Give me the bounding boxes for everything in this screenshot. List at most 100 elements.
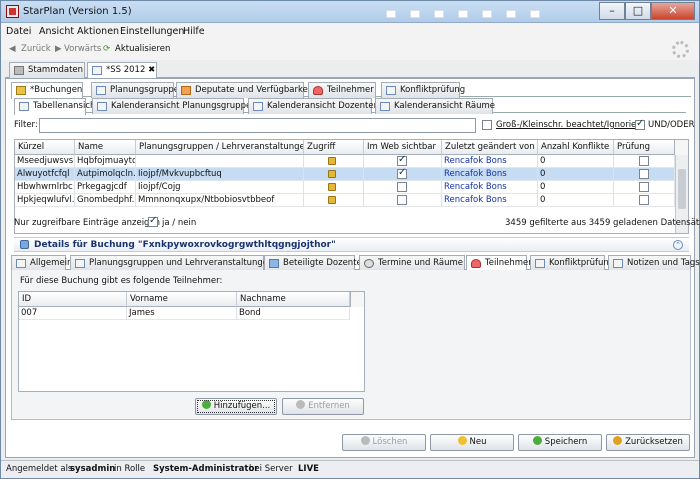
details-title: Details für Buchung "Fxnkpywoxrovkogrgwt… — [34, 240, 336, 250]
menu-aktionen[interactable]: Aktionen — [77, 26, 119, 37]
only-access-checkbox[interactable] — [148, 215, 158, 227]
menu-datei[interactable]: Datei — [6, 26, 31, 37]
minimize-button[interactable]: – — [599, 2, 625, 20]
status-prefix: Angemeldet als — [6, 464, 73, 474]
forward-icon: ▶ — [55, 44, 62, 54]
check-icon — [535, 259, 545, 268]
tab-label: Allgemein — [30, 258, 73, 268]
col-zugriff[interactable]: Zugriff — [304, 140, 364, 155]
tab-planungsgruppen[interactable]: Planungsgruppen — [91, 82, 184, 98]
participant-id: 007 — [19, 307, 127, 320]
cell-gruppen: Iiojpf/Mvkvupbcftuq — [136, 168, 304, 181]
pruefung-checkbox[interactable] — [639, 156, 649, 166]
tab-teilnehmer[interactable]: Teilnehmer — [308, 82, 376, 98]
tab-notizen[interactable]: Notizen und Tags — [608, 255, 700, 271]
participant-row[interactable]: 007 James Bond — [19, 307, 350, 320]
table-row[interactable]: Hbwhwrnlrbc Prkegagjcdf Iiojpf/Cojg Rencafo… — [15, 181, 675, 194]
col-kuerzel[interactable]: Kürzel — [15, 140, 75, 155]
remove-participant-button[interactable]: Entfernen — [282, 398, 364, 415]
add-participant-button[interactable]: Hinzufügen... — [195, 398, 277, 415]
cell-konflikte: 0 — [538, 194, 614, 207]
column-chooser-icon[interactable] — [350, 292, 364, 307]
close-window-button[interactable]: ✕ — [651, 2, 695, 20]
web-visible-cell — [364, 155, 442, 168]
menu-hilfe[interactable]: Hilfe — [183, 26, 205, 37]
new-button[interactable]: Neu — [430, 434, 514, 451]
nav-bar: ◀ Zurück ▶ Vorwärts ⟳ Aktualisieren — [1, 40, 699, 60]
forward-button[interactable]: Vorwärts — [64, 44, 101, 54]
main-window: StarPlan (Version 1.5) – □ ✕ Datei Ansic… — [0, 0, 700, 479]
col-web[interactable]: Im Web sichtbar — [364, 140, 442, 155]
filter-input[interactable] — [39, 118, 476, 133]
close-tab-icon[interactable]: ✖ — [148, 65, 155, 75]
tab-kalender-raeume[interactable]: Kalenderansicht Räume — [375, 98, 495, 114]
people-icon — [269, 259, 279, 268]
tab-label: Deputate und Verfügbarkeit — [195, 85, 314, 95]
filter-row: Filter: Groß-/Kleinschr. beachtet/Ignori… — [14, 117, 695, 135]
col-konflikte[interactable]: Anzahl Konflikte — [538, 140, 614, 155]
case-checkbox[interactable] — [482, 120, 492, 130]
menu-einstellungen[interactable]: Einstellungen — [120, 26, 184, 37]
table-row[interactable]: Alwuyotfcfql Autpimolqcln... Iiojpf/Mvkvup… — [15, 168, 675, 181]
calendar-icon — [92, 66, 102, 75]
participants-table: ID Vorname Nachname 007 James Bond — [18, 291, 365, 392]
col-nachname[interactable]: Nachname — [237, 292, 350, 307]
column-chooser-icon[interactable] — [674, 140, 688, 155]
tab-tabellenansicht[interactable]: Tabellenansicht — [14, 98, 99, 115]
tab-kalender-dozenten[interactable]: Kalenderansicht Dozenten — [248, 98, 379, 114]
lock-icon — [328, 157, 336, 165]
filter-label: Filter: — [14, 120, 38, 130]
table-row[interactable]: Hpkjeqwlufvl... Gnombedphf... Mmnnonqxupx/… — [15, 194, 675, 207]
collapse-icon[interactable]: ⌃ — [673, 240, 683, 250]
col-vorname[interactable]: Vorname — [127, 292, 237, 307]
cell-gruppen — [136, 155, 304, 168]
tab-detail-konflikt[interactable]: Konfliktprüfung — [530, 255, 614, 271]
back-icon: ◀ — [9, 44, 16, 54]
details-header[interactable]: Details für Buchung "Fxnkpywoxrovkogrgwt… — [14, 237, 689, 252]
web-visible-checkbox[interactable] — [397, 195, 407, 205]
button-label: Zurücksetzen — [625, 437, 683, 447]
tab-dozenten[interactable]: Beteiligte Dozenten — [264, 255, 367, 271]
star-icon — [457, 436, 467, 445]
tab-allgemein[interactable]: Allgemein — [11, 255, 72, 271]
cell-name: Prkegagjcdf — [75, 181, 136, 194]
col-id[interactable]: ID — [19, 292, 127, 307]
tab-termine[interactable]: Termine und Räume — [359, 255, 465, 271]
tab-label: *SS 2012 — [106, 65, 146, 75]
tab-lehrveranstaltungen[interactable]: Planungsgruppen und Lehrveranstaltungen — [70, 255, 273, 271]
cell-konflikte: 0 — [538, 155, 614, 168]
web-visible-checkbox[interactable] — [397, 168, 407, 179]
web-visible-checkbox[interactable] — [397, 155, 407, 166]
pruefung-checkbox[interactable] — [639, 182, 649, 192]
reset-button[interactable]: Zurücksetzen — [606, 434, 690, 451]
cell-user: Rencafok Bons — [442, 181, 538, 194]
back-button[interactable]: Zurück — [21, 44, 51, 54]
tab-deputate[interactable]: Deputate und Verfügbarkeit — [176, 82, 314, 98]
tab-label: Notizen und Tags — [627, 258, 700, 268]
col-pruefung[interactable]: Prüfung — [614, 140, 675, 155]
main-panel: *Buchungen Planungsgruppen Deputate und … — [5, 78, 700, 458]
maximize-button[interactable]: □ — [625, 2, 651, 20]
web-visible-checkbox[interactable] — [397, 182, 407, 192]
refresh-button[interactable]: Aktualisieren — [115, 44, 170, 54]
table-row[interactable]: Mseedjuwsvs...Hqbfojmuaytq Rencafok Bons0 — [15, 155, 675, 168]
table-icon — [19, 102, 29, 111]
participant-vorname: James — [127, 307, 237, 320]
tab-stammdaten[interactable]: Stammdaten — [9, 62, 85, 78]
tab-ss2012[interactable]: *SS 2012 ✖ — [87, 62, 157, 79]
col-user[interactable]: Zuletzt geändert von — [442, 140, 538, 155]
andor-checkbox[interactable] — [635, 118, 645, 130]
delete-button[interactable]: Löschen — [342, 434, 426, 451]
pruefung-checkbox[interactable] — [639, 169, 649, 179]
col-gruppen[interactable]: Planungsgruppen / Lehrveranstaltungen — [136, 140, 304, 155]
tab-label: Tabellenansicht — [33, 101, 99, 111]
tab-konfliktpruefung[interactable]: Konfliktprüfung — [381, 82, 465, 98]
menu-ansicht[interactable]: Ansicht — [39, 26, 74, 37]
tab-buchungen[interactable]: *Buchungen — [11, 82, 83, 99]
save-button[interactable]: Speichern — [518, 434, 602, 451]
pruefung-checkbox[interactable] — [639, 195, 649, 205]
tab-label: Kalenderansicht Dozenten — [267, 101, 379, 111]
tab-kalender-planungsgruppen[interactable]: Kalenderansicht Planungsgruppen — [92, 98, 257, 114]
col-name[interactable]: Name — [75, 140, 136, 155]
status-mid: in Rolle — [114, 464, 146, 474]
